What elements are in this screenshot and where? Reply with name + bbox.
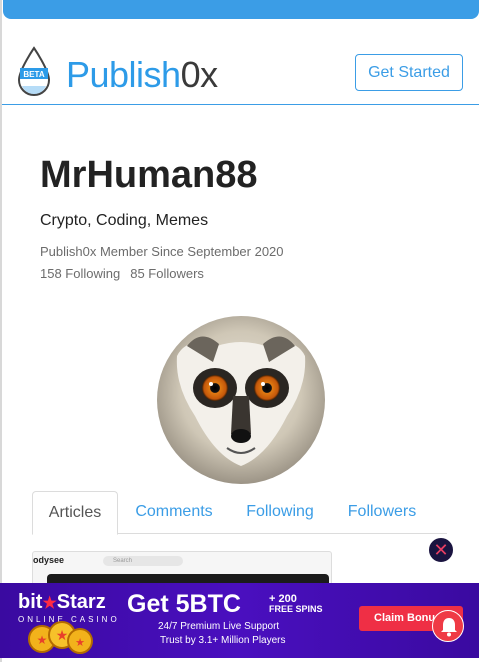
close-ad-button[interactable]: ✕ [428, 537, 454, 563]
following-count[interactable]: 158 Following [40, 266, 120, 281]
site-header: BETA Publish0x Get Started [2, 19, 479, 105]
logo-suffix: 0x [180, 54, 219, 95]
svg-text:★: ★ [56, 628, 69, 644]
get-started-button[interactable]: Get Started [355, 54, 463, 91]
profile-tabs: Articles Comments Following Followers [32, 491, 447, 535]
bell-icon [441, 618, 457, 637]
ad-brand-logo: bit★Starz [18, 591, 106, 614]
profile-tagline: Crypto, Coding, Memes [40, 212, 209, 229]
lemur-avatar-icon [157, 316, 325, 484]
top-banner-strip [3, 0, 479, 19]
tab-articles[interactable]: Articles [32, 491, 118, 535]
publish0x-logo[interactable]: BETA Publish0x [16, 46, 218, 100]
notification-bell-button[interactable] [432, 610, 464, 642]
avatar [157, 316, 325, 484]
followers-count[interactable]: 85 Followers [130, 266, 204, 281]
tab-comments[interactable]: Comments [124, 491, 224, 534]
star-icon: ★ [42, 595, 57, 612]
ad-brand-starz: Starz [56, 591, 106, 613]
ad-trust-line: Trust by 3.1+ Million Players [160, 635, 286, 646]
profile-username: MrHuman88 [40, 154, 258, 196]
member-since-text: Publish0x Member Since September 2020 [40, 244, 284, 259]
svg-text:★: ★ [75, 636, 85, 649]
ad-headline: Get 5BTC [127, 590, 241, 618]
beta-badge: BETA [23, 70, 44, 79]
follow-stats: 158 Following 85 Followers [40, 266, 214, 281]
tab-followers[interactable]: Followers [338, 491, 426, 534]
svg-text:★: ★ [37, 633, 48, 647]
logo-brand: Publish [66, 54, 181, 95]
page: BETA Publish0x Get Started MrHuman88 Cry… [0, 0, 479, 662]
logo-wordmark: Publish0x [66, 54, 218, 96]
thumbnail-search-bar: Search [103, 556, 183, 566]
ad-bonus-label: FREE SPINS [269, 604, 323, 614]
casino-ad-banner[interactable]: bit★Starz ONLINE CASINO ★ ★ ★ Get 5BTC +… [0, 583, 479, 658]
tab-following[interactable]: Following [236, 491, 324, 534]
close-icon: ✕ [433, 540, 449, 560]
ad-support-line: 24/7 Premium Live Support [158, 621, 280, 632]
odysee-logo: odysee [33, 555, 65, 565]
coins-icon: ★ ★ ★ [28, 621, 93, 654]
beta-drop-icon: BETA [17, 46, 51, 96]
ad-brand-bit: bit [18, 591, 43, 613]
